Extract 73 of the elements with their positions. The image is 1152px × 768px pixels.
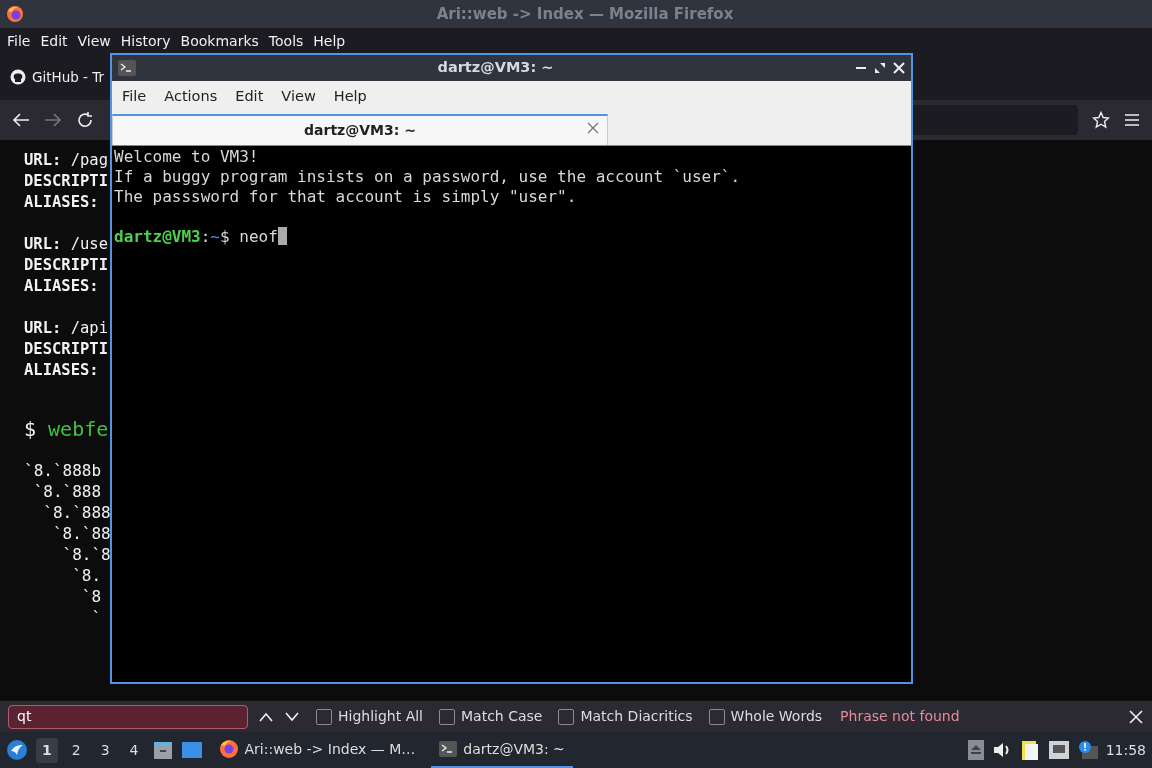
menu-item[interactable]: Actions bbox=[158, 86, 230, 108]
reload-icon[interactable] bbox=[76, 111, 94, 129]
find-field[interactable]: qt bbox=[8, 704, 248, 729]
command-line: dartz@VM3:~$ neof bbox=[114, 227, 909, 247]
terminal-tab[interactable]: dartz@VM3: ~ bbox=[112, 114, 608, 145]
page-text: DESCRIPTI bbox=[24, 339, 108, 360]
menu-item[interactable]: Edit bbox=[35, 30, 73, 52]
terminal-icon bbox=[118, 60, 136, 76]
terminal-line: If a buggy program insists on a password, use the account `user`. bbox=[114, 167, 742, 187]
workspace-button[interactable]: 2 bbox=[65, 737, 87, 763]
window-icon[interactable] bbox=[180, 741, 203, 759]
page-text: URL: /use bbox=[24, 234, 108, 255]
menu-item[interactable]: Edit bbox=[229, 86, 276, 108]
address-field[interactable] bbox=[910, 105, 1078, 135]
ascii-art-line: `8.`888 bbox=[32, 481, 102, 502]
file-cabinet-icon[interactable] bbox=[152, 740, 173, 760]
ascii-art-line: ` bbox=[90, 607, 102, 628]
ascii-art-line: `8. bbox=[71, 565, 102, 586]
start-menu-icon[interactable] bbox=[6, 739, 28, 761]
page-text: ALIASES: bbox=[24, 192, 99, 213]
menu-item[interactable]: File bbox=[2, 30, 36, 52]
taskbar-task[interactable]: dartz@VM3: ~ bbox=[431, 732, 573, 768]
window-title: dartz@VM3: ~ bbox=[436, 58, 555, 78]
firefox-icon bbox=[218, 739, 239, 759]
browser-tab[interactable]: GitHub - Tr bbox=[10, 66, 105, 88]
workspace-button[interactable]: 1 bbox=[36, 737, 58, 763]
menu-item[interactable]: Bookmarks bbox=[175, 30, 264, 52]
ascii-art-line: `8.`8 bbox=[61, 544, 111, 565]
checkbox-option[interactable]: Match Case bbox=[439, 706, 543, 727]
notification-icon[interactable] bbox=[1077, 740, 1098, 760]
maximize-icon[interactable] bbox=[874, 62, 886, 74]
menu-icon[interactable] bbox=[1124, 113, 1140, 127]
page-text: URL: /pag bbox=[24, 150, 108, 171]
menu-item[interactable]: File bbox=[116, 86, 159, 108]
command-text: webfe bbox=[48, 419, 109, 440]
firefox-icon bbox=[6, 5, 24, 23]
network-icon[interactable] bbox=[1047, 740, 1070, 760]
checkbox-option[interactable]: Match Diacritics bbox=[558, 706, 693, 727]
ascii-art-line: `8.`888b bbox=[24, 460, 102, 481]
menu-item[interactable]: Help bbox=[327, 86, 379, 108]
workspace-button[interactable]: 4 bbox=[123, 737, 145, 763]
ascii-art-line: `8.`88 bbox=[51, 523, 111, 544]
clipboard-icon[interactable] bbox=[1019, 739, 1040, 761]
star-icon[interactable] bbox=[1092, 111, 1110, 129]
github-icon bbox=[10, 69, 26, 85]
checkbox-option[interactable]: Highlight All bbox=[316, 706, 423, 727]
page-text: DESCRIPTI bbox=[24, 255, 108, 276]
text-cursor bbox=[277, 227, 287, 245]
checkbox-option[interactable]: Whole Words bbox=[708, 706, 823, 727]
workspace-button[interactable]: 3 bbox=[94, 737, 116, 763]
terminal-icon bbox=[439, 741, 458, 757]
down-chevron-icon[interactable] bbox=[284, 711, 300, 722]
status-message: Phrase not found bbox=[840, 707, 960, 726]
menu-item[interactable]: View bbox=[275, 86, 328, 108]
clock: 11:58 bbox=[1105, 740, 1146, 760]
menu-item[interactable]: History bbox=[115, 30, 176, 52]
up-chevron-icon[interactable] bbox=[258, 711, 274, 722]
window-title: Ari::web -> Index — Mozilla Firefox bbox=[435, 3, 735, 25]
taskbar-task[interactable]: Ari::web -> Index — M… bbox=[210, 732, 424, 768]
terminal-line: The passsword for that account is simply "user". bbox=[114, 187, 578, 207]
terminal-line: Welcome to VM3! bbox=[114, 147, 260, 167]
menu-item[interactable]: Tools bbox=[263, 30, 309, 52]
ascii-art-line: `8.`888 bbox=[42, 502, 111, 523]
ascii-art-line: `8 bbox=[80, 586, 102, 607]
menu-item[interactable]: Help bbox=[308, 30, 351, 52]
page-text: ALIASES: bbox=[24, 276, 99, 297]
page-text: ALIASES: bbox=[24, 360, 99, 381]
menu-item[interactable]: View bbox=[72, 30, 116, 52]
eject-icon[interactable] bbox=[967, 740, 984, 760]
page-text: DESCRIPTI bbox=[24, 171, 108, 192]
page-text: URL: /api bbox=[24, 318, 108, 339]
back-arrow-icon[interactable] bbox=[12, 112, 30, 128]
prompt-symbol: $ bbox=[24, 419, 37, 440]
